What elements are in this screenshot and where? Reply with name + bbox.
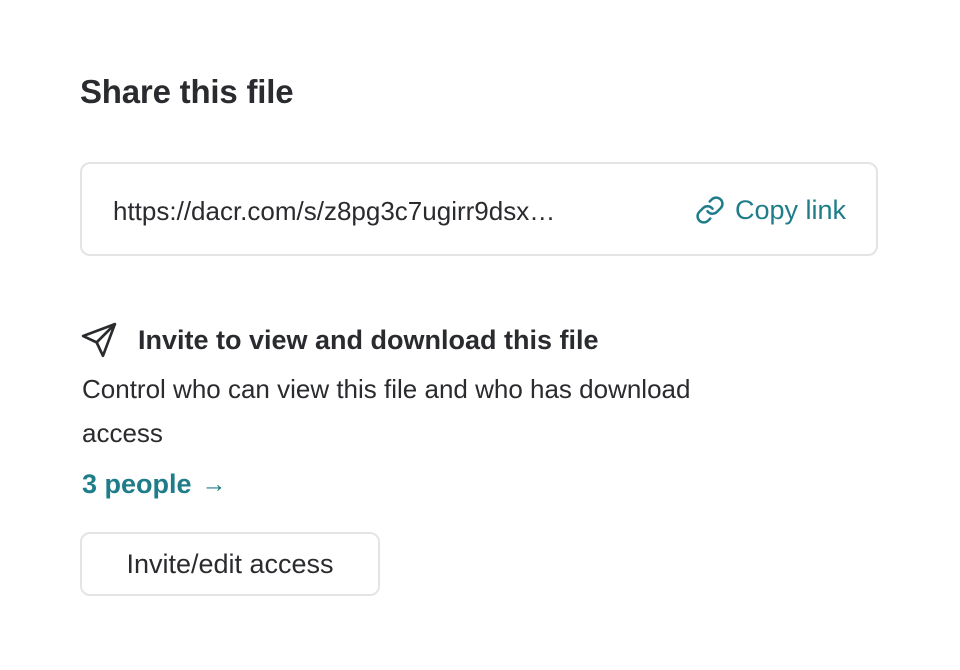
invite-edit-access-button[interactable]: Invite/edit access (80, 532, 380, 596)
link-icon (695, 195, 725, 225)
people-link-label: 3 people (82, 469, 192, 499)
share-link-box: https://dacr.com/s/z8pg3c7ugirr9dsx… Cop… (80, 162, 878, 256)
copy-link-button[interactable]: Copy link (695, 192, 846, 228)
copy-link-label: Copy link (734, 195, 846, 225)
invite-title: Invite to view and download this file (138, 325, 599, 355)
invite-header: Invite to view and download this file (80, 318, 599, 362)
share-title: Share this file (80, 73, 294, 110)
share-panel: Share this file https://dacr.com/s/z8pg3… (0, 0, 960, 670)
invite-description: Control who can view this file and who h… (82, 374, 691, 448)
share-link-url[interactable]: https://dacr.com/s/z8pg3c7ugirr9dsx… (113, 194, 653, 228)
send-icon (80, 321, 118, 359)
arrow-right-icon: → (201, 470, 227, 498)
people-link[interactable]: 3 people → (82, 464, 227, 504)
